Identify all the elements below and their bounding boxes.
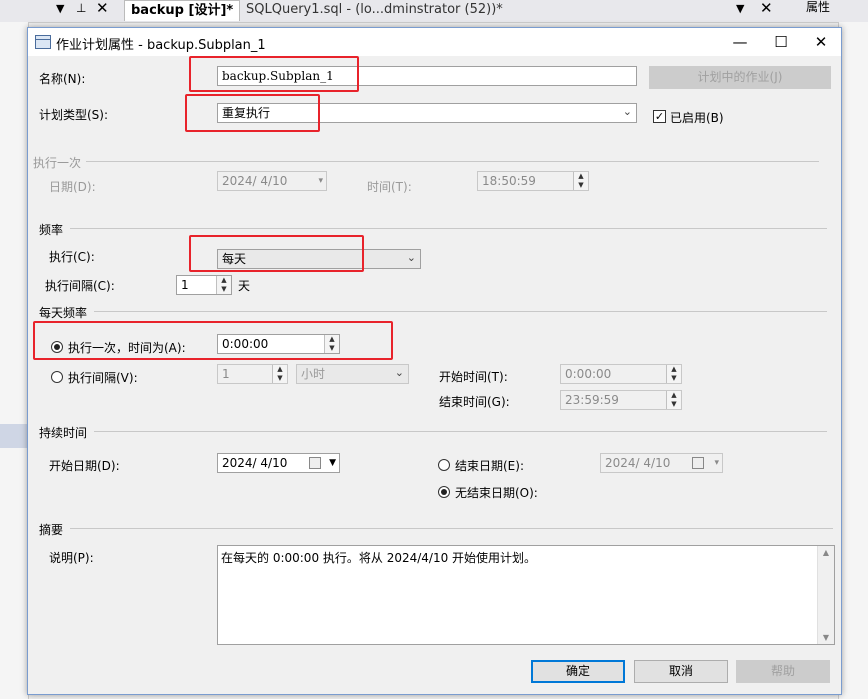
one-time-time-input[interactable]: 18:50:59 ▲ ▼ [477, 171, 589, 191]
name-label: 名称(N): [39, 72, 86, 86]
highlight-box [185, 94, 320, 132]
enabled-checkbox[interactable]: ✓ [653, 110, 666, 123]
pin-icon[interactable]: ⊥ [76, 1, 86, 15]
spinner-icon[interactable]: ▲ ▼ [666, 391, 681, 409]
close-icon[interactable]: ✕ [760, 0, 773, 17]
no-end-date-radio[interactable] [438, 486, 450, 498]
recurs-every-label: 执行间隔(C): [45, 279, 115, 293]
ok-button[interactable]: 确定 [531, 660, 625, 683]
scrollbar[interactable]: ▲ ▼ [817, 546, 834, 644]
ide-right-panel [838, 22, 868, 699]
description-text: 在每天的 0:00:00 执行。将从 2024/4/10 开始使用计划。 [221, 551, 537, 565]
calendar-icon [35, 35, 51, 49]
chevron-down-icon: ▼ [329, 458, 336, 468]
spinner-icon[interactable]: ▲ ▼ [272, 365, 287, 383]
ide-left-selection [0, 424, 28, 448]
description-label: 说明(P): [49, 551, 94, 565]
spinner-icon[interactable]: ▲ ▼ [324, 335, 339, 353]
close-icon[interactable]: ✕ [801, 28, 841, 56]
spinner-icon[interactable]: ▲ ▼ [573, 172, 588, 190]
calendar-icon [692, 457, 704, 469]
chevron-down-icon: ⌄ [394, 366, 404, 379]
recurs-every-value: 1 [181, 278, 189, 292]
tab-backup-design[interactable]: backup [设计]* [124, 0, 241, 21]
occurs-once-radio[interactable] [51, 341, 63, 353]
tab-sqlquery[interactable]: SQLQuery1.sql - (lo...dminstrator (52))* [240, 0, 509, 20]
end-time-label: 结束时间(G): [439, 395, 510, 409]
maximize-icon[interactable]: ☐ [761, 28, 801, 56]
occurs-every-unit-select[interactable]: 小时 ⌄ [296, 364, 409, 384]
help-button[interactable]: 帮助 [736, 660, 830, 683]
chevron-down-icon: ⌄ [622, 105, 632, 118]
one-time-time-label: 时间(T): [367, 180, 412, 194]
occurs-every-label: 执行间隔(V): [68, 371, 138, 385]
scroll-up-icon[interactable]: ▲ [818, 548, 834, 557]
daily-frequency-section: 每天频率 [39, 306, 88, 320]
start-date-value: 2024/ 4/10 [222, 456, 288, 470]
occurs-every-value: 1 [222, 367, 230, 381]
schedule-properties-dialog: 作业计划属性 - backup.Subplan_1 — ☐ ✕ 名称(N): b… [27, 27, 842, 695]
end-date-input[interactable]: 2024/ 4/10 ▾ [600, 453, 723, 473]
occurs-every-input[interactable]: 1 ▲ ▼ [217, 364, 288, 384]
one-time-date-input[interactable]: 2024/ 4/10 ▾ [217, 171, 327, 191]
section-divider [70, 528, 833, 529]
start-time-label: 开始时间(T): [439, 370, 508, 384]
summary-section: 摘要 [39, 523, 64, 537]
dropdown-icon[interactable]: ▼ [56, 2, 64, 15]
end-date-radio[interactable] [438, 459, 450, 471]
start-date-label: 开始日期(D): [49, 459, 120, 473]
start-time-value: 0:00:00 [565, 367, 612, 381]
occurs-every-radio[interactable] [51, 371, 63, 383]
calendar-icon [309, 457, 321, 469]
one-time-date-value: 2024/ 4/10 [222, 174, 288, 188]
end-date-value: 2024/ 4/10 [605, 456, 671, 470]
calendar-dropdown-icon: ▾ [318, 176, 323, 186]
section-divider [86, 161, 819, 162]
jobs-in-schedule-button[interactable]: 计划中的作业(J) [649, 66, 831, 89]
highlight-box [189, 56, 359, 92]
one-time-date-label: 日期(D): [49, 180, 96, 194]
schedule-type-label: 计划类型(S): [39, 108, 109, 122]
duration-section: 持续时间 [39, 426, 88, 440]
close-icon[interactable]: ✕ [96, 0, 109, 17]
occurs-every-unit-value: 小时 [301, 367, 326, 381]
frequency-section: 频率 [39, 223, 64, 237]
end-time-value: 23:59:59 [565, 393, 619, 407]
dropdown-icon[interactable]: ▼ [736, 2, 744, 15]
occurs-once-label: 执行一次，时间为(A): [68, 341, 186, 355]
description-textarea[interactable]: 在每天的 0:00:00 执行。将从 2024/4/10 开始使用计划。 ▲ ▼ [217, 545, 835, 645]
section-divider [94, 431, 827, 432]
ide-tab-strip: ▼ ⊥ ✕ backup [设计]* SQLQuery1.sql - (lo..… [0, 0, 868, 23]
chevron-down-icon: ▾ [714, 458, 719, 468]
occurs-label: 执行(C): [49, 250, 95, 264]
minimize-icon[interactable]: — [720, 28, 760, 56]
recurs-every-input[interactable]: 1 ▲ ▼ [176, 275, 232, 295]
scroll-down-icon[interactable]: ▼ [818, 633, 834, 642]
section-divider [70, 228, 827, 229]
enabled-label: 已启用(B) [670, 111, 724, 125]
one-time-section: 执行一次 [33, 156, 82, 170]
highlight-box [189, 235, 364, 272]
start-time-input[interactable]: 0:00:00 ▲ ▼ [560, 364, 682, 384]
properties-panel-title: 属性 [806, 0, 831, 14]
title-bar: 作业计划属性 - backup.Subplan_1 — ☐ ✕ [28, 28, 841, 56]
ide-left-panel [0, 22, 29, 699]
section-divider [94, 311, 827, 312]
one-time-time-value: 18:50:59 [482, 174, 536, 188]
occurs-once-time-input[interactable]: 0:00:00 ▲ ▼ [217, 334, 340, 354]
occurs-once-time-value: 0:00:00 [222, 337, 269, 351]
recurs-unit: 天 [238, 279, 251, 293]
chevron-down-icon: ⌄ [406, 251, 416, 264]
end-time-input[interactable]: 23:59:59 ▲ ▼ [560, 390, 682, 410]
end-date-label: 结束日期(E): [455, 459, 524, 473]
start-date-input[interactable]: 2024/ 4/10 ▼ [217, 453, 340, 473]
dialog-title: 作业计划属性 - backup.Subplan_1 [56, 38, 266, 53]
spinner-icon[interactable]: ▲ ▼ [666, 365, 681, 383]
no-end-date-label: 无结束日期(O): [455, 486, 538, 500]
cancel-button[interactable]: 取消 [634, 660, 728, 683]
spinner-icon[interactable]: ▲ ▼ [216, 276, 231, 294]
